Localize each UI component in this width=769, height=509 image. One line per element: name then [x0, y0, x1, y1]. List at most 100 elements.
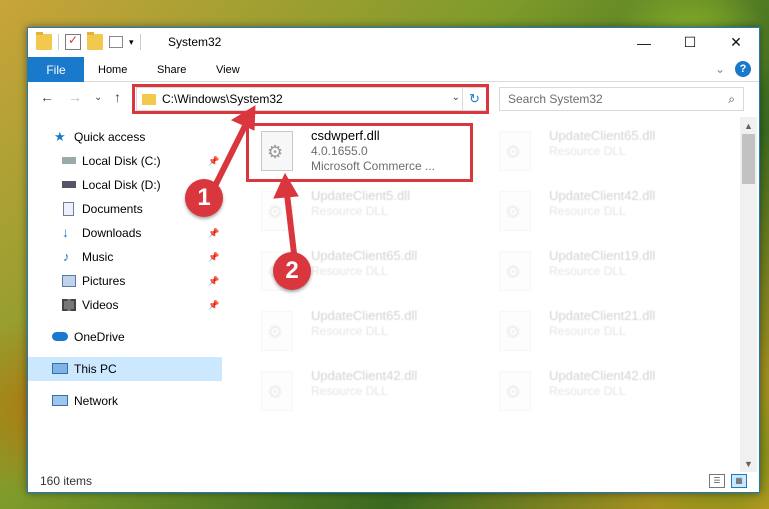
maximize-button[interactable]: ☐	[667, 28, 713, 57]
up-button[interactable]: ↑	[114, 89, 121, 105]
sidebar-item-onedrive[interactable]: OneDrive	[28, 325, 222, 349]
scroll-up-icon[interactable]: ▲	[740, 117, 757, 134]
tab-file[interactable]: File	[28, 57, 84, 82]
sidebar-item-label: This PC	[74, 362, 117, 376]
file-tile[interactable]: ⚙ UpdateClient42.dll Resource DLL	[483, 363, 713, 419]
sidebar-item-downloads[interactable]: ↓ Downloads 📌	[28, 221, 222, 245]
toolbar-dropdown-icon[interactable]: ▾	[129, 37, 134, 48]
sidebar-item-label: Network	[74, 394, 119, 408]
file-tile[interactable]: ⚙ UpdateClient42.dll Resource DLL	[245, 363, 475, 419]
file-tile[interactable]: ⚙ UpdateClient42.dll Resource DLL	[483, 183, 713, 239]
file-tile[interactable]: ⚙ UpdateClient21.dll Resource DLL	[483, 303, 713, 359]
gear-icon: ⚙	[505, 322, 522, 342]
file-name: UpdateClient65.dll	[549, 128, 656, 143]
file-name: UpdateClient42.dll	[311, 368, 418, 383]
dll-file-icon: ⚙	[499, 251, 531, 291]
network-icon	[52, 395, 68, 406]
sidebar-item-network[interactable]: Network	[28, 389, 222, 413]
search-icon[interactable]: ⌕	[728, 92, 735, 107]
details-view-icon[interactable]: ☰	[709, 474, 725, 488]
file-tile[interactable]: ⚙ UpdateClient65.dll Resource DLL	[245, 303, 475, 359]
gear-icon: ⚙	[505, 382, 522, 402]
file-name: UpdateClient42.dll	[549, 188, 656, 203]
dll-file-icon: ⚙	[499, 191, 531, 231]
sidebar-item-label: Videos	[82, 298, 119, 312]
pin-icon[interactable]: 📌	[208, 156, 219, 167]
search-input[interactable]: Search System32	[508, 92, 728, 106]
file-description: Resource DLL	[549, 384, 626, 398]
title-bar: ▾ System32 — ☐ ✕	[28, 28, 759, 57]
sidebar-item-pictures[interactable]: Pictures 📌	[28, 269, 222, 293]
sidebar-item-label: Local Disk (C:)	[82, 154, 161, 168]
search-box[interactable]: Search System32 ⌕	[499, 87, 744, 111]
file-tile[interactable]: ⚙ UpdateClient19.dll Resource DLL	[483, 243, 713, 299]
file-name: UpdateClient5.dll	[311, 188, 411, 203]
star-icon: ★	[54, 129, 66, 144]
file-description: Resource DLL	[549, 324, 626, 338]
properties-icon[interactable]	[65, 33, 81, 50]
dll-file-icon: ⚙	[499, 131, 531, 171]
cloud-icon	[52, 332, 68, 341]
sidebar-item-label: Music	[82, 250, 114, 264]
pin-icon[interactable]: 📌	[208, 252, 219, 263]
file-description: Resource DLL	[311, 264, 388, 278]
file-tile[interactable]: ⚙ UpdateClient65.dll Resource DLL	[483, 123, 713, 179]
sidebar-item-videos[interactable]: Videos 📌	[28, 293, 222, 317]
file-description: Resource DLL	[311, 384, 388, 398]
forward-button[interactable]: →	[68, 89, 82, 105]
step-badge-2: 2	[273, 252, 311, 290]
file-description: Resource DLL	[311, 324, 388, 338]
divider	[58, 34, 59, 50]
recent-locations-button[interactable]: ⌄	[94, 92, 102, 103]
file-description: Resource DLL	[549, 204, 626, 218]
sidebar-item-label: Quick access	[74, 130, 146, 144]
scroll-thumb[interactable]	[742, 134, 755, 184]
dll-file-icon: ⚙	[499, 311, 531, 351]
sidebar-item-local-disk-c[interactable]: Local Disk (C:) 📌	[28, 149, 222, 173]
close-button[interactable]: ✕	[713, 28, 759, 57]
pictures-icon	[62, 275, 76, 287]
sidebar-item-label: Pictures	[82, 274, 126, 288]
minimize-button[interactable]: —	[621, 28, 667, 57]
videos-icon	[62, 299, 76, 311]
documents-icon	[63, 202, 74, 216]
ribbon-tabs: File Home Share View ⌄ ?	[28, 57, 759, 82]
view-switcher: ☰ ▦	[709, 474, 747, 488]
sidebar-item-this-pc[interactable]: This PC	[28, 357, 222, 381]
customize-toolbar-icon[interactable]	[109, 36, 123, 48]
help-icon[interactable]: ?	[735, 61, 751, 77]
gear-icon: ⚙	[505, 262, 522, 282]
navigation-pane: ★ Quick access Local Disk (C:) 📌 Local D…	[28, 121, 222, 471]
back-button[interactable]: ←	[40, 89, 54, 105]
large-icons-view-icon[interactable]: ▦	[731, 474, 747, 488]
sidebar-item-label: Downloads	[82, 226, 142, 240]
sidebar-item-label: OneDrive	[74, 330, 125, 344]
tab-share[interactable]: Share	[157, 57, 186, 82]
new-folder-icon[interactable]	[87, 32, 103, 50]
file-name: UpdateClient19.dll	[549, 248, 656, 263]
item-count: 160 items	[40, 474, 93, 488]
sidebar-item-quick-access[interactable]: ★ Quick access	[28, 125, 222, 149]
pin-icon[interactable]: 📌	[208, 276, 219, 287]
gear-icon: ⚙	[267, 382, 284, 402]
file-tile[interactable]: ⚙ UpdateClient5.dll Resource DLL	[245, 183, 475, 239]
dll-file-icon: ⚙	[261, 311, 293, 351]
folder-icon	[36, 32, 52, 50]
music-icon: ♪	[63, 249, 70, 264]
file-description: Resource DLL	[311, 204, 388, 218]
vertical-scrollbar[interactable]: ▲ ▼	[740, 117, 757, 472]
dll-file-icon: ⚙	[261, 371, 293, 411]
tab-home[interactable]: Home	[98, 57, 127, 82]
expand-ribbon-icon[interactable]: ⌄	[715, 62, 725, 76]
pin-icon[interactable]: 📌	[208, 228, 219, 239]
gear-icon: ⚙	[267, 202, 284, 222]
file-name: UpdateClient21.dll	[549, 308, 656, 323]
quick-access-toolbar: ▾	[36, 32, 141, 50]
tab-view[interactable]: View	[216, 57, 240, 82]
dll-file-icon: ⚙	[261, 191, 293, 231]
sidebar-item-music[interactable]: ♪ Music 📌	[28, 245, 222, 269]
step-badge-1: 1	[185, 179, 223, 217]
address-bar-highlight	[132, 84, 489, 114]
computer-icon	[52, 363, 68, 374]
pin-icon[interactable]: 📌	[208, 300, 219, 311]
